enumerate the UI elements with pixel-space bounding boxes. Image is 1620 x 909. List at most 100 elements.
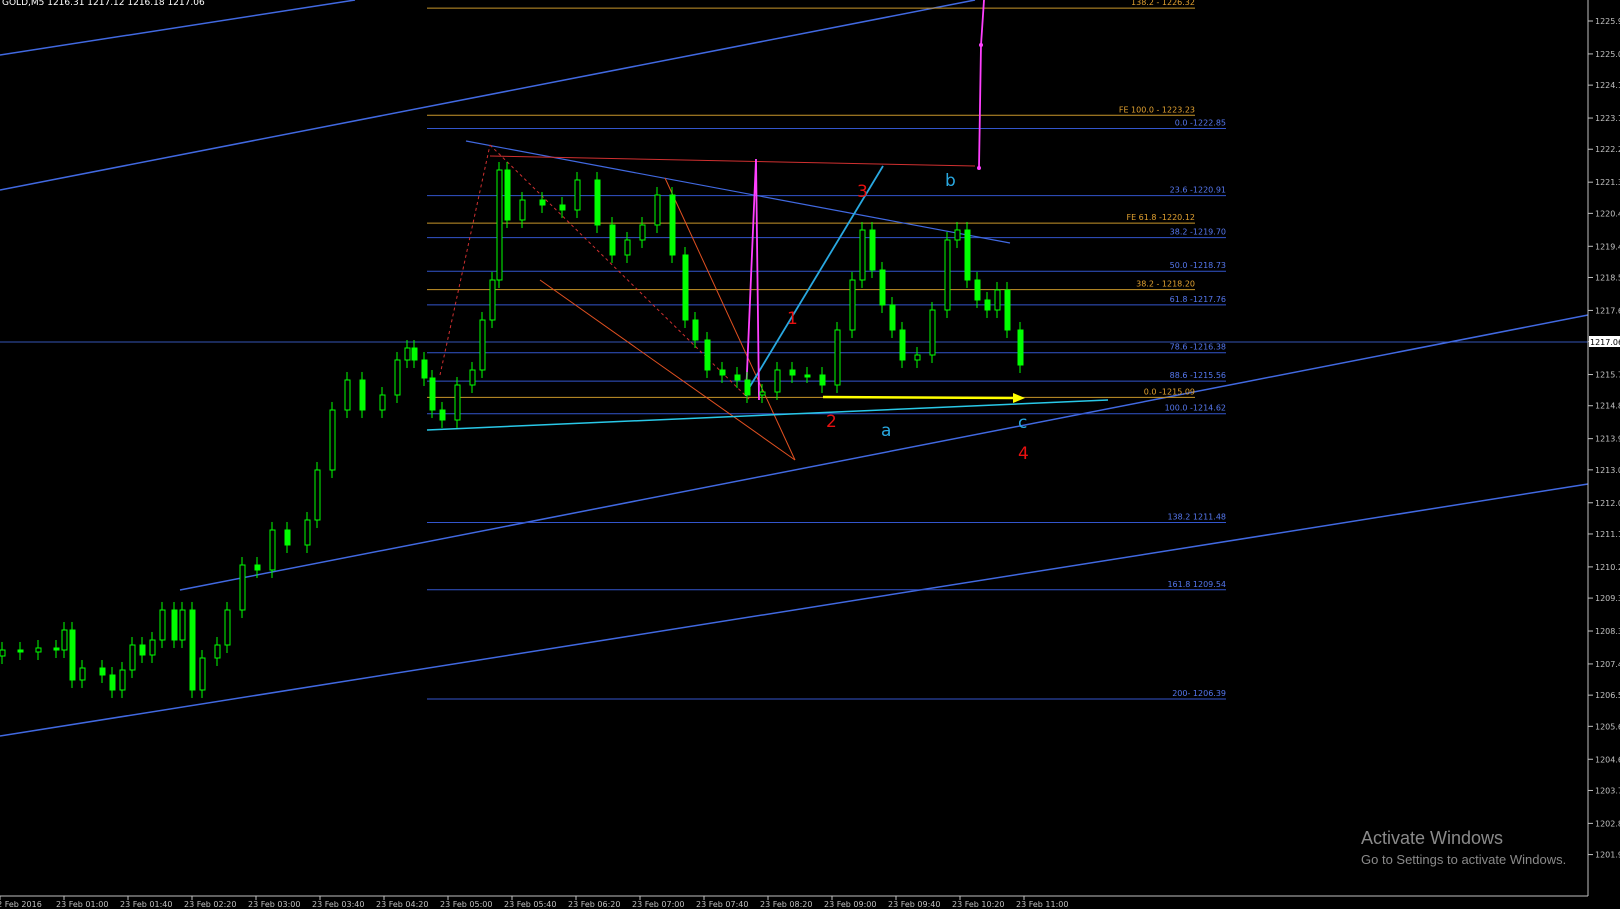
candle-body	[639, 224, 646, 241]
candle-body	[944, 239, 951, 311]
candle-body	[53, 647, 60, 651]
activate-windows-title: Activate Windows	[1361, 828, 1504, 848]
time-tick-label: 23 Feb 10:20	[952, 900, 1004, 909]
candle-body	[539, 199, 546, 206]
candle-body	[994, 289, 1001, 311]
candle-body	[574, 179, 581, 211]
candle-body	[139, 644, 146, 656]
candle-body	[17, 649, 24, 653]
candle-body	[35, 647, 42, 653]
candle-body	[692, 319, 699, 341]
fib-level-label: 61.8 -1217.76	[1170, 295, 1226, 304]
candle-body	[719, 369, 726, 376]
time-tick-label: 23 Feb 08:20	[760, 900, 812, 909]
fib-level-label: 100.0 -1214.62	[1165, 404, 1226, 413]
candle-body	[79, 667, 86, 681]
fe-level-label: FE 100.0 - 1223.23	[1119, 105, 1195, 114]
fib-level-label: 78.6 -1216.38	[1170, 343, 1226, 352]
price-tick-label: 1208.35	[1595, 627, 1620, 636]
candle-body	[834, 329, 841, 386]
yellow-arrow-line	[822, 395, 1016, 400]
wave-label: 4	[1018, 444, 1029, 464]
activate-windows-subtitle: Go to Settings to activate Windows.	[1361, 852, 1567, 867]
candle-body	[269, 529, 276, 571]
time-tick-label: 23 Feb 03:00	[248, 900, 300, 909]
candle-body	[179, 609, 186, 641]
price-chart[interactable]: 0.0 -1222.85 23.6 -1220.91 38.2 -1219.70 50…	[0, 0, 1620, 909]
candle-body	[859, 229, 866, 281]
wave-label: c	[1018, 413, 1027, 433]
candle-body	[759, 391, 766, 396]
price-tick-label: 1221.30	[1595, 178, 1620, 187]
candle-body	[594, 179, 601, 226]
channel-line	[0, 0, 976, 191]
time-tick-label: 22 Feb 2016	[0, 900, 42, 909]
candle-body	[454, 384, 461, 421]
time-tick-label: 23 Feb 09:00	[824, 900, 876, 909]
candle-body	[819, 374, 826, 386]
candle-body	[149, 639, 156, 656]
wave-label: a	[881, 421, 891, 441]
candle-body	[109, 674, 116, 691]
candle-body	[99, 667, 106, 676]
candle-body	[889, 304, 896, 331]
price-tick-label: 1222.25	[1595, 145, 1620, 154]
candle-body	[439, 409, 446, 421]
fib-level-label: 23.6 -1220.91	[1170, 186, 1226, 195]
orange-fan-line	[539, 279, 796, 461]
candle-body	[304, 519, 311, 546]
candle-body	[214, 644, 221, 659]
candle-body	[744, 379, 751, 396]
price-tick-label: 1218.55	[1595, 273, 1620, 282]
candle-body	[559, 204, 566, 211]
candle-body	[654, 194, 661, 226]
candle-body	[239, 564, 246, 611]
time-tick-label: 23 Feb 06:20	[568, 900, 620, 909]
candle-body	[774, 369, 781, 393]
candle-body	[421, 359, 428, 379]
time-tick-label: 23 Feb 01:40	[120, 900, 172, 909]
candle-body	[429, 377, 436, 411]
time-tick-label: 23 Feb 04:20	[376, 900, 428, 909]
price-tick-label: 1219.45	[1595, 242, 1620, 251]
price-tick-label: 1213.90	[1595, 435, 1620, 444]
candle-body	[119, 669, 126, 691]
candle-body	[199, 657, 206, 691]
current-price-label: 1217.06	[1590, 338, 1620, 347]
candle-body	[849, 279, 856, 331]
symbol-header: GOLD,M5 1216.31 1217.12 1216.18 1217.06	[2, 0, 205, 8]
price-tick-label: 1201.90	[1595, 851, 1620, 860]
candle-body	[669, 194, 676, 256]
wedge-upper-line	[465, 140, 1011, 244]
candle-body	[1004, 289, 1011, 331]
candle-body	[129, 644, 136, 671]
price-tick-label: 1212.05	[1595, 499, 1620, 508]
candle-body	[344, 379, 351, 411]
candle-body	[224, 609, 231, 646]
price-tick-label: 1210.20	[1595, 563, 1620, 572]
fib-level-label: 88.6 -1215.56	[1170, 371, 1226, 380]
candle-body	[869, 229, 876, 271]
price-tick-label: 1215.75	[1595, 371, 1620, 380]
candle-body	[984, 299, 991, 311]
candle-body	[964, 229, 971, 281]
candle-body	[329, 409, 336, 471]
candle-body	[789, 369, 796, 376]
channel-line	[179, 314, 1589, 591]
fe-level-label: 0.0 -1215.09	[1144, 387, 1195, 396]
candle-body	[899, 329, 906, 361]
price-tick-label: 1209.30	[1595, 594, 1620, 603]
time-tick-label: 23 Feb 09:40	[888, 900, 940, 909]
price-tick-label: 1220.40	[1595, 209, 1620, 218]
fibonacci-levels: 0.0 -1222.85 23.6 -1220.91 38.2 -1219.70 50…	[427, 0, 1226, 700]
candle-body	[254, 564, 261, 571]
price-axis-bg	[1588, 0, 1620, 909]
price-tick-label: 1202.80	[1595, 819, 1620, 828]
price-tick-label: 1206.50	[1595, 691, 1620, 700]
trendlines	[0, 0, 1589, 737]
time-tick-label: 23 Feb 03:40	[312, 900, 364, 909]
wave-label: b	[945, 171, 956, 191]
candle-body	[682, 254, 689, 321]
candle-body	[804, 374, 811, 378]
time-tick-label: 23 Feb 07:40	[696, 900, 748, 909]
